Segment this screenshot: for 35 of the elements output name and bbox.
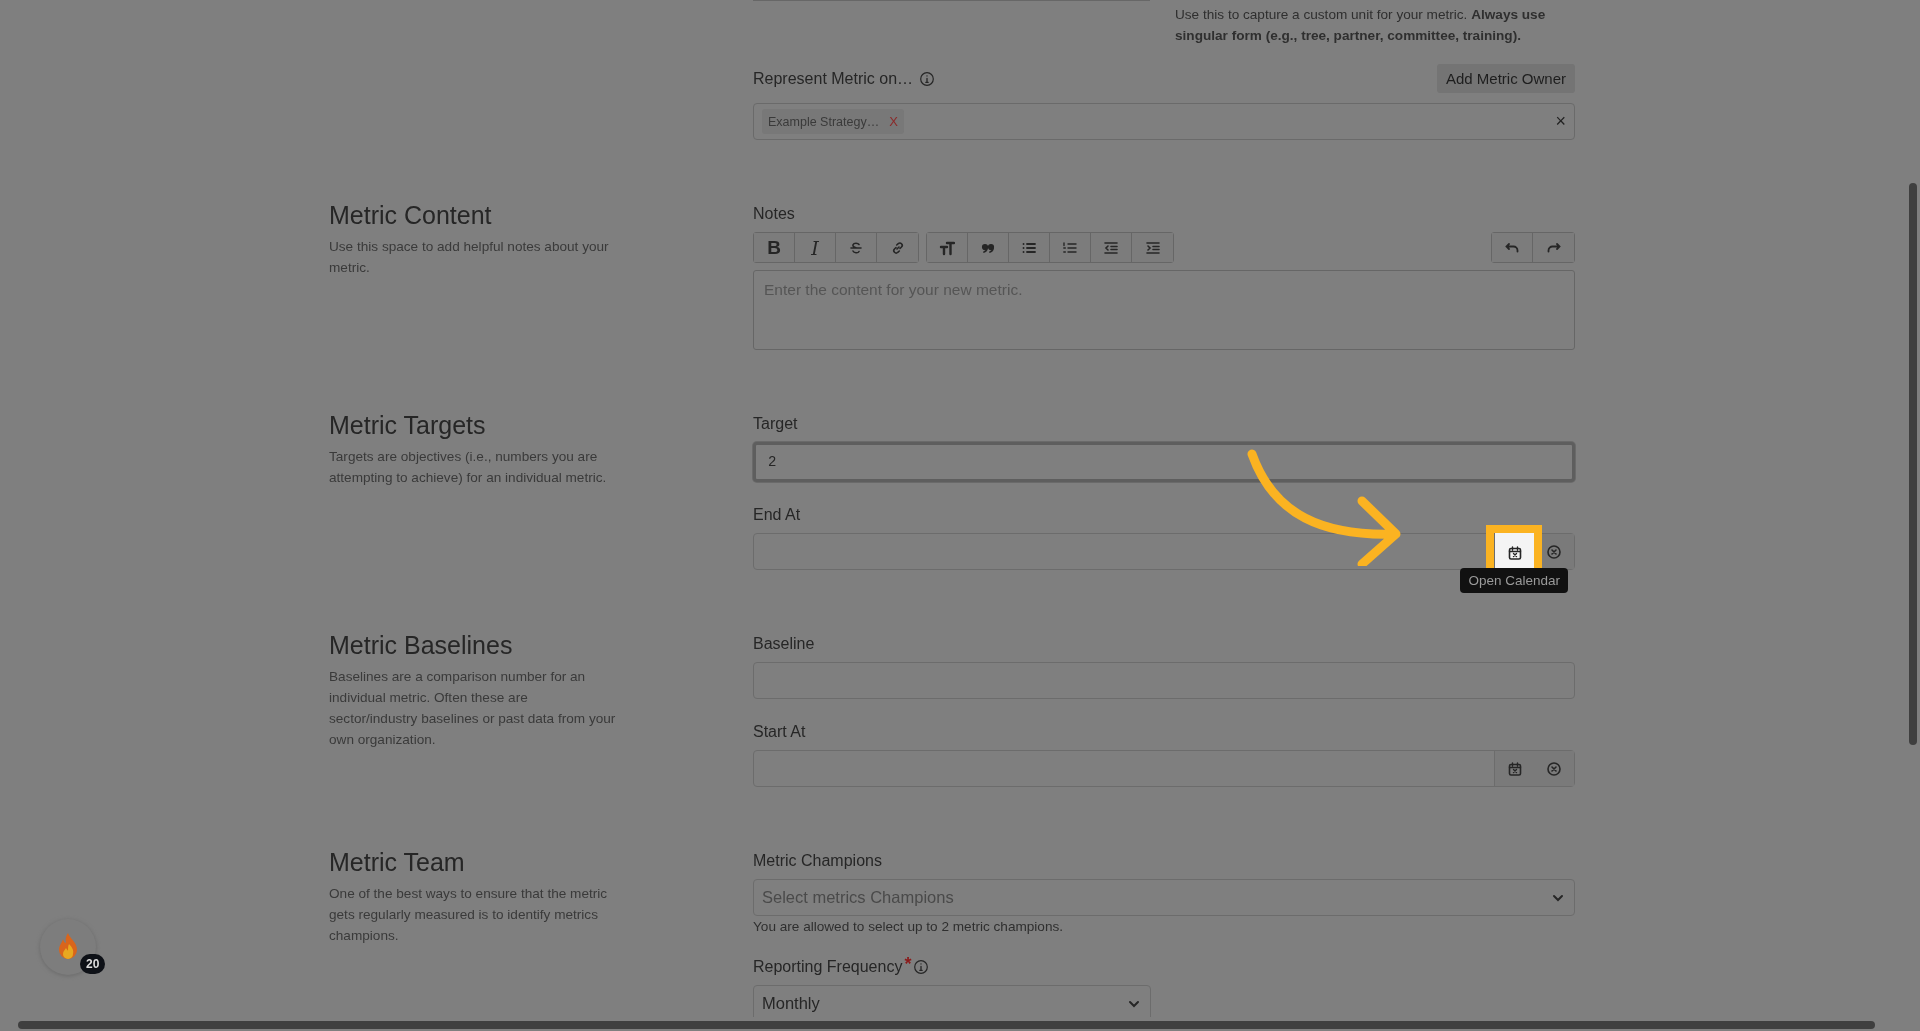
multi-select-field[interactable]: Example Strategy… X ×: [753, 103, 1575, 140]
field-label: Reporting Frequency: [753, 958, 903, 976]
section-title: Metric Content: [329, 201, 493, 229]
section-title: Metric Baselines: [329, 631, 514, 659]
section-title: Metric Team: [329, 848, 466, 876]
count-badge: 20: [80, 954, 106, 974]
clear-button[interactable]: ×: [1555, 111, 1566, 132]
text-size-icon: [939, 239, 955, 256]
field-label: Represent Metric on…: [753, 69, 914, 88]
add-owner-button[interactable]: Add Metric Owner: [1436, 64, 1575, 93]
indent-icon: [1144, 239, 1161, 256]
info-icon: [919, 70, 936, 87]
tooltip: Open Calendar: [1460, 568, 1568, 593]
field-label: Start At: [753, 723, 806, 741]
section-description: One of the best ways to ensure that the metric gets regularly measured is to identify metrics champions.: [329, 885, 609, 945]
required-mark: *: [904, 954, 912, 975]
section-description: Baselines are a comparison number for an individual metric. Often these are sector/industry baselines or past data from your own organization.: [329, 668, 617, 749]
toolbar-button[interactable]: [927, 233, 968, 262]
toolbar-button[interactable]: B: [754, 233, 795, 262]
input-field[interactable]: 2: [753, 442, 1575, 482]
field-label: Target: [753, 415, 798, 433]
field-label: Notes: [753, 205, 795, 223]
field-label: End At: [753, 506, 801, 524]
remove-tag-button[interactable]: X: [889, 114, 898, 129]
field-label: Baseline: [753, 635, 815, 653]
numbered-list-icon: [1062, 239, 1078, 256]
help-text: You are allowed to select up to 2 metric champions.: [753, 919, 1065, 934]
field-label: Metric Champions: [753, 852, 882, 870]
section-description: Use this space to add helpful notes about your metric.: [329, 238, 610, 277]
toolbar-button[interactable]: [1492, 233, 1533, 262]
section-description: Targets are objectives (i.e., numbers you are attempting to achieve) for an individual metric.: [329, 448, 608, 487]
help-text: Use this to capture a custom unit for your metric. Always use singular form (e.g., tree, partner, committee, training).: [1175, 6, 1547, 45]
tag-label: Example Strategy…: [768, 114, 880, 129]
outdent-icon: [1103, 239, 1119, 256]
section-title: Metric Targets: [329, 411, 487, 439]
